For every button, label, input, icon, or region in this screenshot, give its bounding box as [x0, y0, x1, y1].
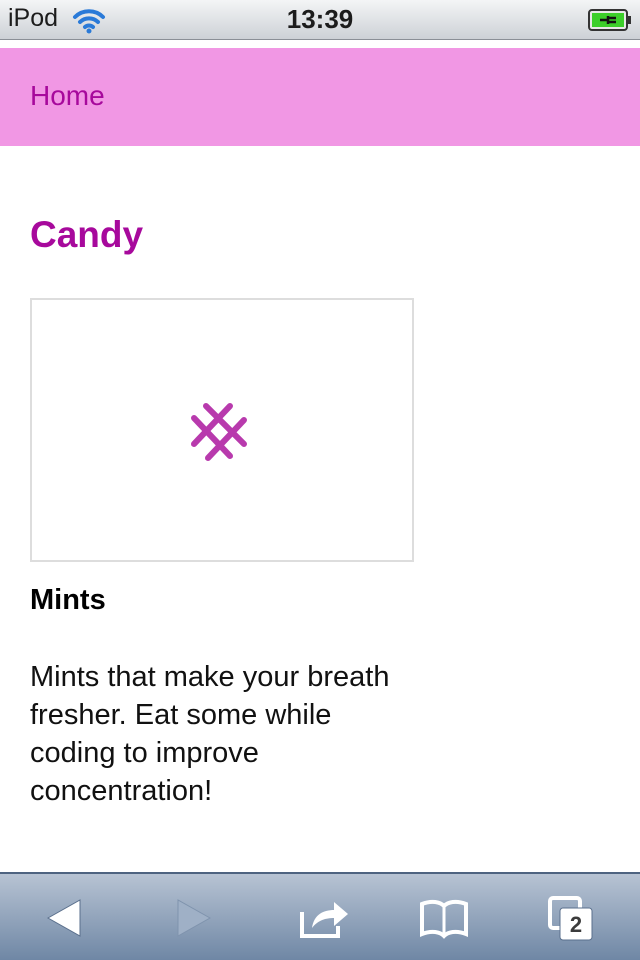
home-link[interactable]: Home	[30, 80, 105, 112]
bookmarks-icon[interactable]	[416, 894, 472, 942]
page-title: Candy	[30, 214, 144, 255]
battery-charging-icon	[588, 9, 631, 31]
forward-arrow-icon[interactable]	[166, 894, 222, 942]
browser-toolbar: 2	[0, 872, 640, 960]
nav-bar: Home	[0, 48, 640, 146]
status-time: 13:39	[286, 4, 354, 34]
product-image	[30, 298, 414, 562]
share-icon[interactable]	[296, 894, 352, 942]
status-bar: iPod 13:39	[0, 0, 640, 40]
tab-count: 2	[570, 912, 582, 937]
back-arrow-icon[interactable]	[36, 894, 92, 942]
product-description: Mints that make your breath fresher. Eat…	[30, 661, 390, 807]
tabs-icon[interactable]: 2	[546, 894, 602, 942]
product-name: Mints	[30, 584, 106, 616]
crossed-mint-icon	[191, 403, 247, 461]
